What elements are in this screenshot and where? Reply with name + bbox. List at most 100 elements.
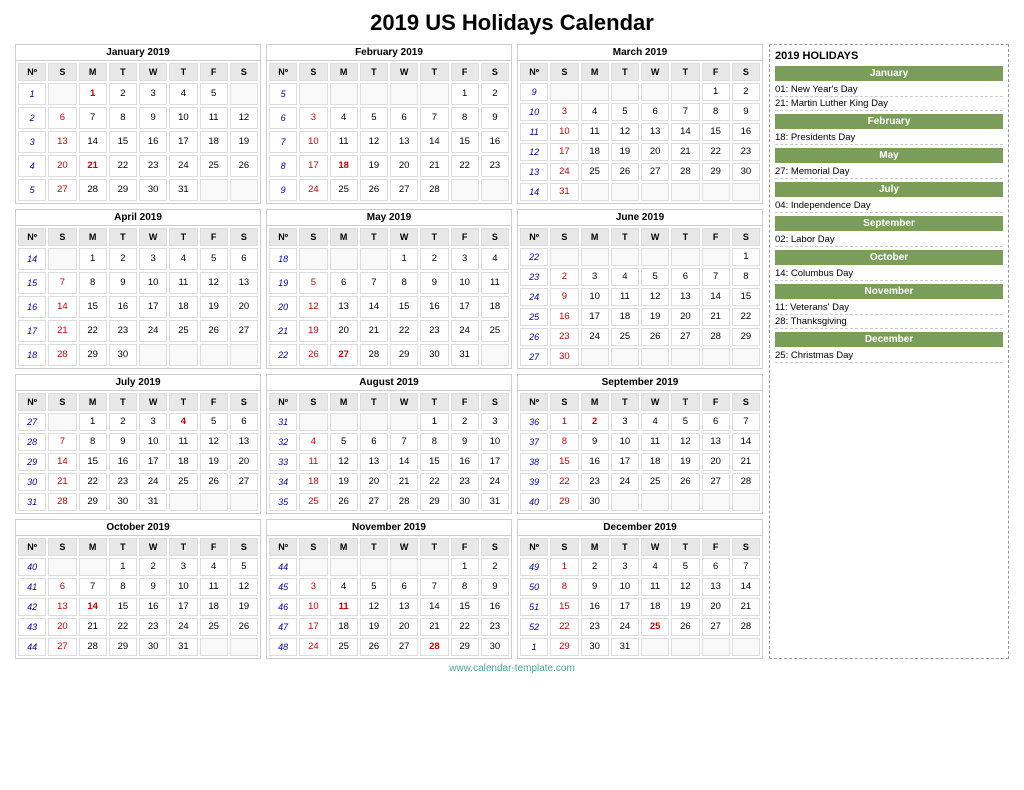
week-number: 50: [520, 578, 548, 596]
day-cell: 15: [550, 453, 578, 471]
day-header: S: [732, 228, 760, 246]
day-cell: 12: [641, 288, 669, 306]
week-number: 32: [269, 433, 297, 451]
month-caption: June 2019: [517, 209, 763, 225]
day-cell: 17: [481, 453, 509, 471]
day-header: T: [109, 228, 137, 246]
day-cell: 1: [550, 558, 578, 576]
day-cell: [390, 558, 418, 576]
day-cell: 20: [230, 453, 258, 471]
day-header: T: [420, 228, 448, 246]
day-cell: 4: [330, 107, 358, 129]
day-header: T: [360, 228, 388, 246]
day-cell: 5: [360, 578, 388, 596]
day-cell: 10: [299, 131, 327, 153]
day-cell: 20: [48, 155, 76, 177]
day-cell: 24: [169, 618, 197, 636]
sidebar-holiday-item: 21: Martin Luther King Day: [775, 97, 1003, 111]
day-header: W: [139, 393, 167, 411]
day-cell: 27: [360, 493, 388, 511]
day-cell: [671, 83, 699, 101]
week-num-header: Nº: [269, 63, 297, 81]
day-cell: 20: [360, 473, 388, 491]
day-cell: 21: [420, 155, 448, 177]
day-cell: 14: [702, 288, 730, 306]
day-header: W: [641, 63, 669, 81]
day-cell: [360, 248, 388, 270]
day-cell: 9: [481, 107, 509, 129]
day-cell: 18: [641, 453, 669, 471]
week-number: 31: [269, 413, 297, 431]
day-cell: 6: [48, 578, 76, 596]
sidebar-month-header: May: [775, 148, 1003, 163]
day-header: T: [109, 538, 137, 556]
day-cell: 4: [611, 268, 639, 286]
week-number: 23: [520, 268, 548, 286]
week-number: 22: [269, 344, 297, 366]
week-number: 45: [269, 578, 297, 596]
day-cell: 25: [200, 155, 228, 177]
day-cell: 20: [390, 618, 418, 636]
day-header: T: [611, 63, 639, 81]
day-cell: 8: [702, 103, 730, 121]
day-cell: 10: [581, 288, 609, 306]
day-cell: [169, 493, 197, 511]
day-cell: 20: [48, 618, 76, 636]
day-cell: 31: [169, 638, 197, 656]
day-cell: 19: [200, 453, 228, 471]
week-number: 39: [520, 473, 548, 491]
day-cell: 25: [330, 179, 358, 201]
day-cell: 29: [550, 493, 578, 511]
day-cell: 1: [420, 413, 448, 431]
day-cell: [299, 558, 327, 576]
week-num-header: Nº: [520, 228, 548, 246]
week-number: 12: [520, 143, 548, 161]
day-cell: 26: [200, 320, 228, 342]
day-cell: 18: [200, 131, 228, 153]
day-cell: 25: [200, 618, 228, 636]
day-cell: 13: [48, 131, 76, 153]
day-cell: 27: [671, 328, 699, 346]
day-cell: 30: [451, 493, 479, 511]
day-cell: 21: [420, 618, 448, 636]
day-cell: [200, 493, 228, 511]
sidebar-title: 2019 HOLIDAYS: [775, 50, 1003, 62]
sidebar-holiday-item: 02: Labor Day: [775, 233, 1003, 247]
day-cell: 3: [299, 578, 327, 596]
week-number: 46: [269, 598, 297, 616]
day-cell: [671, 248, 699, 266]
week-number: 16: [18, 296, 46, 318]
day-cell: [451, 179, 479, 201]
day-cell: 1: [550, 413, 578, 431]
day-cell: 11: [481, 272, 509, 294]
day-cell: 2: [109, 83, 137, 105]
day-cell: 18: [200, 598, 228, 616]
day-cell: 26: [671, 618, 699, 636]
day-cell: 14: [732, 433, 760, 451]
day-cell: 18: [169, 296, 197, 318]
day-cell: 11: [641, 433, 669, 451]
week-number: 40: [18, 558, 46, 576]
day-cell: 5: [230, 558, 258, 576]
day-header: M: [79, 393, 107, 411]
day-cell: [732, 183, 760, 201]
sidebar-month-header: February: [775, 114, 1003, 129]
day-cell: 16: [420, 296, 448, 318]
day-cell: [702, 638, 730, 656]
day-cell: 3: [139, 248, 167, 270]
day-cell: 14: [79, 131, 107, 153]
week-number: 18: [269, 248, 297, 270]
day-header: W: [139, 228, 167, 246]
day-cell: 8: [79, 433, 107, 451]
day-cell: 12: [230, 107, 258, 129]
day-cell: 20: [230, 296, 258, 318]
day-cell: 28: [420, 638, 448, 656]
day-cell: [360, 558, 388, 576]
day-cell: [641, 493, 669, 511]
week-number: 33: [269, 453, 297, 471]
day-cell: 12: [230, 578, 258, 596]
day-cell: 14: [671, 123, 699, 141]
week-number: 25: [520, 308, 548, 326]
day-cell: 26: [360, 179, 388, 201]
week-number: 18: [18, 344, 46, 366]
